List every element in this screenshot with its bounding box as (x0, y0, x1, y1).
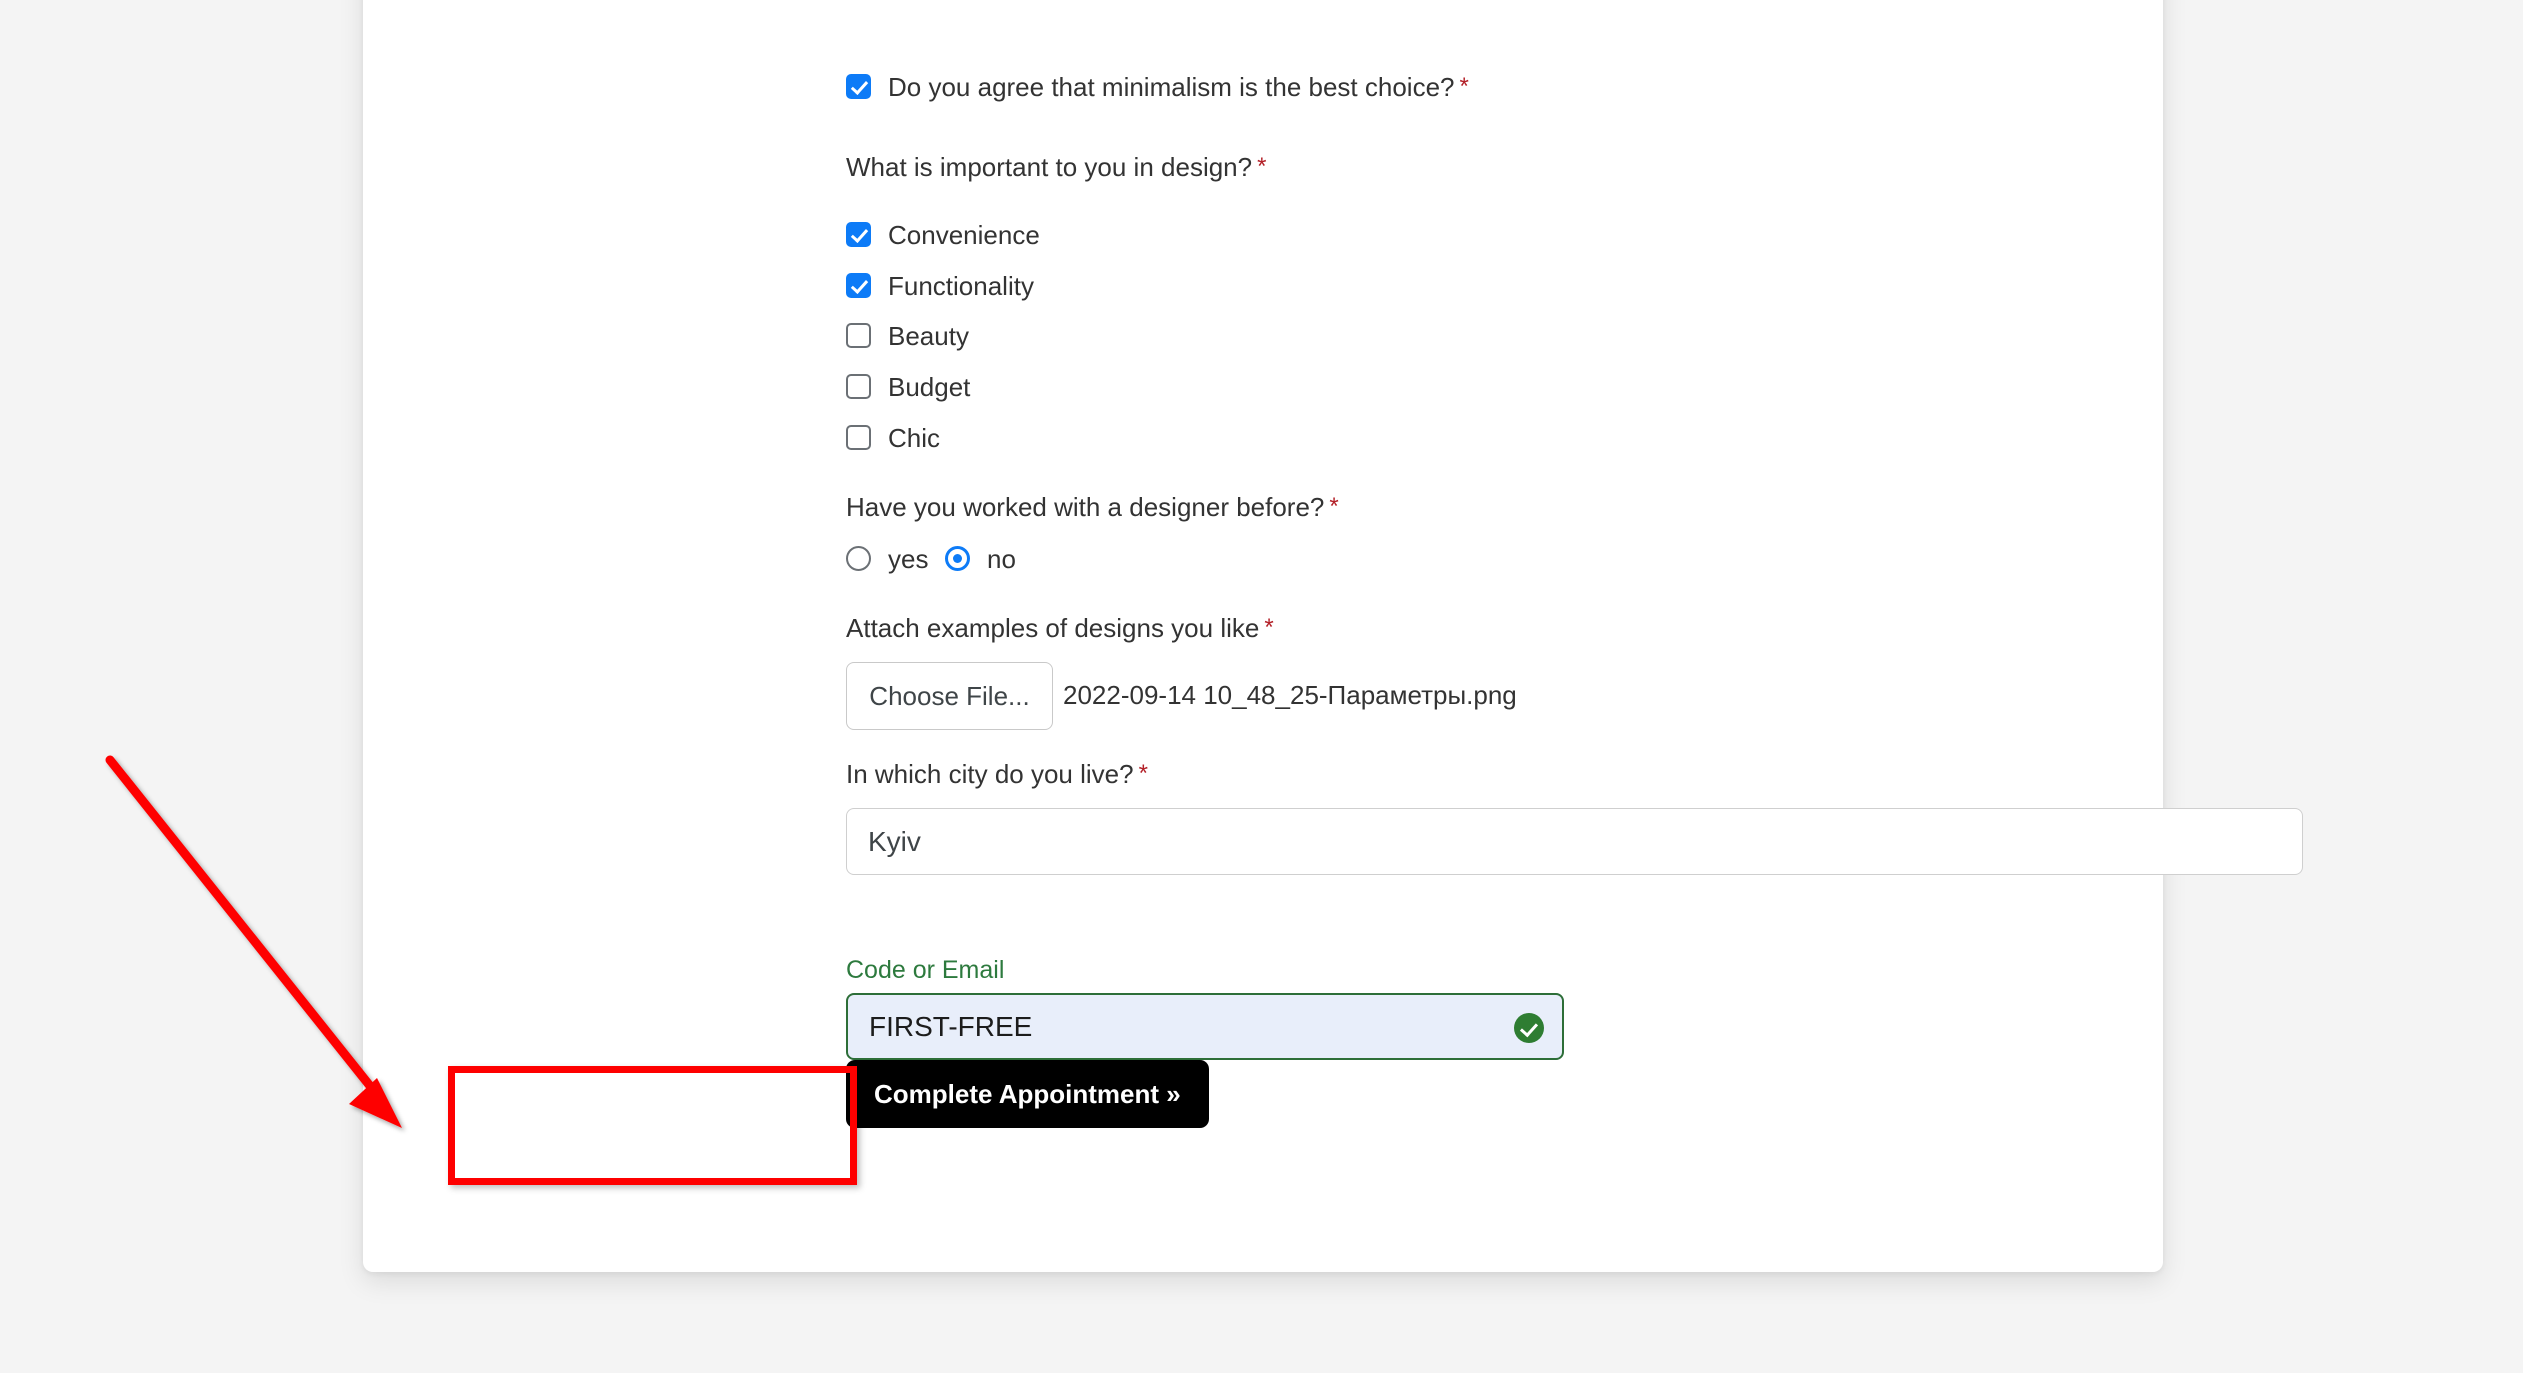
checkbox-budget-label: Budget (888, 372, 971, 402)
attachment-question-label: Attach examples of designs you like * (846, 613, 1274, 643)
required-marker: * (1329, 493, 1339, 520)
radio-no[interactable] (945, 546, 970, 571)
required-marker: * (1264, 614, 1274, 641)
city-question-label: In which city do you live? * (846, 759, 1148, 789)
city-input[interactable]: Kyiv (846, 808, 2303, 875)
importance-question: What is important to you in design? * (846, 152, 1266, 183)
form-card: Second Do you agree that minimalism is t… (363, 0, 2303, 1272)
importance-question-label: What is important to you in design? * (846, 152, 1266, 182)
radio-no-label: no (987, 544, 1016, 574)
city-question-text: In which city do you live? (846, 759, 1134, 789)
attachment-question: Attach examples of designs you like * (846, 613, 1274, 644)
promo-code-label: Code or Email (846, 956, 1005, 984)
required-marker: * (1459, 73, 1469, 100)
checkbox-chic[interactable] (846, 425, 871, 450)
complete-appointment-button[interactable]: Complete Appointment » (846, 1060, 1209, 1128)
checkbox-functionality-label: Functionality (888, 271, 1034, 301)
designer-question-label: Have you worked with a designer before? * (846, 492, 1339, 522)
radio-yes[interactable] (846, 546, 871, 571)
city-input-value: Kyiv (868, 826, 921, 857)
choose-file-button-label: Choose File... (869, 681, 1030, 711)
check-circle-icon (1514, 1013, 1544, 1043)
agree-checkbox-label: Do you agree that minimalism is the best… (888, 72, 1469, 103)
checkbox-budget[interactable] (846, 374, 871, 399)
agree-checkbox-text: Do you agree that minimalism is the best… (888, 72, 1455, 102)
designer-question: Have you worked with a designer before? * (846, 492, 1339, 523)
checkbox-convenience[interactable] (846, 222, 871, 247)
checkbox-chic-label: Chic (888, 423, 941, 453)
radio-yes-label: yes (888, 544, 929, 574)
promo-code-input[interactable]: FIRST-FREE (846, 993, 1564, 1060)
importance-question-text: What is important to you in design? (846, 152, 1253, 182)
checkbox-functionality[interactable] (846, 273, 871, 298)
designer-question-text: Have you worked with a designer before? (846, 492, 1325, 522)
attached-file-name: 2022-09-14 10_48_25-Параметры.png (1063, 680, 1517, 710)
checkbox-convenience-label: Convenience (888, 220, 1040, 250)
attachment-question-text: Attach examples of designs you like (846, 613, 1260, 643)
checkbox-beauty[interactable] (846, 323, 871, 348)
agree-checkbox[interactable] (846, 74, 871, 99)
checkbox-beauty-label: Beauty (888, 321, 969, 351)
required-marker: * (1138, 760, 1148, 787)
city-question: In which city do you live? * (846, 759, 1148, 790)
required-marker: * (1257, 153, 1267, 180)
promo-code-value: FIRST-FREE (869, 1011, 1033, 1042)
choose-file-button[interactable]: Choose File... (846, 662, 1053, 730)
